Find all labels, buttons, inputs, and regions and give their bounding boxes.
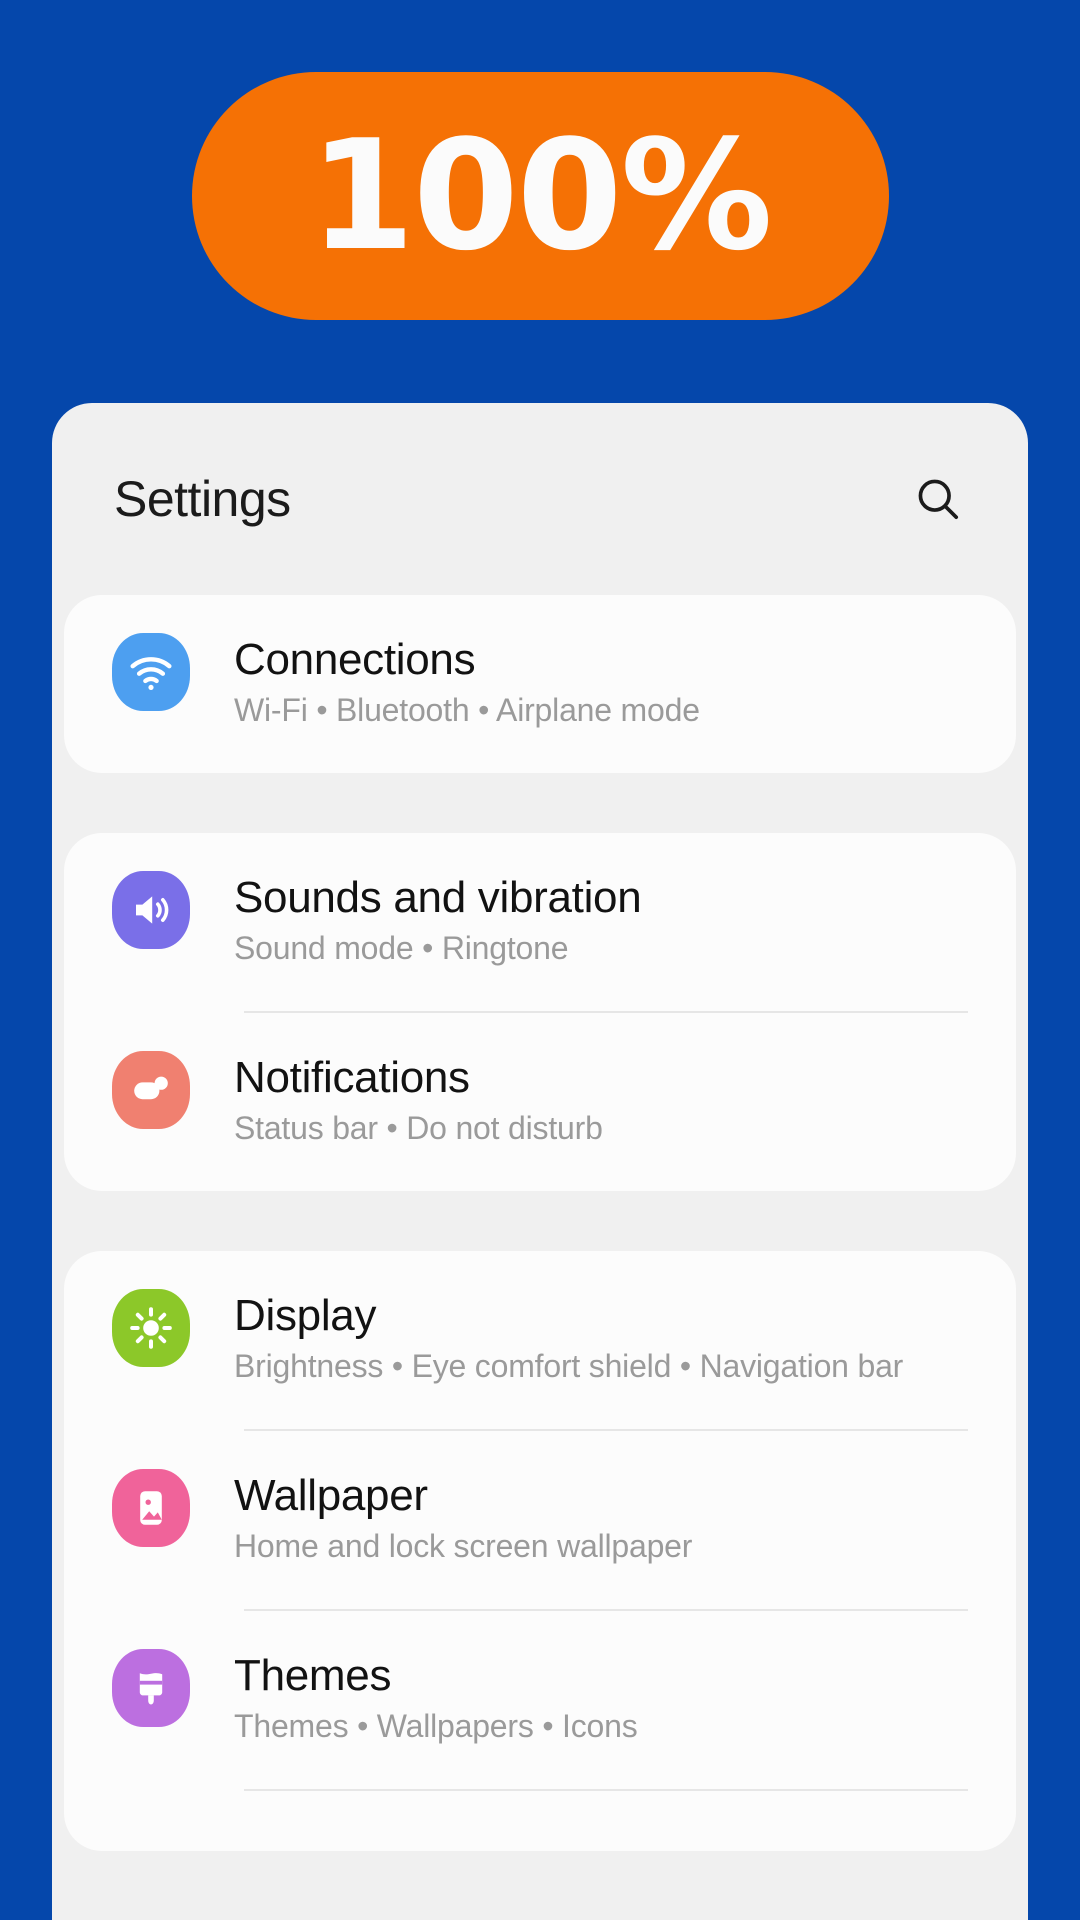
icon-container	[112, 871, 190, 949]
page-title: Settings	[114, 471, 291, 527]
icon-container	[112, 633, 190, 711]
list-item-title: Notifications	[234, 1053, 470, 1102]
battery-percent-value: 100%	[309, 107, 773, 284]
sidebar-item-wallpaper[interactable]: Wallpaper Home and lock screen wallpaper	[64, 1431, 1016, 1609]
settings-header: Settings	[52, 403, 1028, 595]
battery-percent-banner: 100%	[0, 0, 1080, 400]
brightness-sun-icon	[112, 1289, 190, 1367]
sidebar-item-notifications[interactable]: Notifications Status bar • Do not distur…	[64, 1013, 1016, 1191]
list-item-title: Connections	[234, 635, 476, 684]
search-button[interactable]	[906, 467, 970, 531]
sidebar-item-connections[interactable]: Connections Wi-Fi • Bluetooth • Airplane…	[64, 595, 1016, 773]
sidebar-item-sounds-and-vibration[interactable]: Sounds and vibration Sound mode • Ringto…	[64, 833, 1016, 1011]
list-item-title: Display	[234, 1291, 377, 1340]
list-item-subtitle: Home and lock screen wallpaper	[234, 1528, 693, 1565]
list-item-subtitle: Brightness • Eye comfort shield • Naviga…	[234, 1348, 904, 1385]
settings-panel: Settings Connections Wi-Fi • Bluetooth •…	[52, 403, 1028, 1920]
notification-icon	[112, 1051, 190, 1129]
list-item-title: Sounds and vibration	[234, 873, 642, 922]
list-item-subtitle: Themes • Wallpapers • Icons	[234, 1708, 638, 1745]
sidebar-item-display[interactable]: Display Brightness • Eye comfort shield …	[64, 1251, 1016, 1429]
settings-card-sound-notifications: Sounds and vibration Sound mode • Ringto…	[64, 833, 1016, 1191]
wifi-icon	[112, 633, 190, 711]
speaker-icon	[112, 871, 190, 949]
search-icon	[912, 473, 964, 525]
sidebar-item-themes[interactable]: Themes Themes • Wallpapers • Icons	[64, 1611, 1016, 1789]
list-item-subtitle: Wi-Fi • Bluetooth • Airplane mode	[234, 692, 700, 729]
list-item-title: Wallpaper	[234, 1471, 428, 1520]
icon-container	[112, 1051, 190, 1129]
list-item-subtitle: Status bar • Do not disturb	[234, 1110, 603, 1147]
list-item-title: Themes	[234, 1651, 392, 1700]
icon-container	[112, 1469, 190, 1547]
settings-card-connections: Connections Wi-Fi • Bluetooth • Airplane…	[64, 595, 1016, 773]
settings-card-display-personalization: Display Brightness • Eye comfort shield …	[64, 1251, 1016, 1851]
icon-container	[112, 1649, 190, 1727]
paintbrush-icon	[112, 1649, 190, 1727]
image-icon	[112, 1469, 190, 1547]
icon-container	[112, 1289, 190, 1367]
battery-percent-badge: 100%	[191, 72, 889, 320]
list-item-subtitle: Sound mode • Ringtone	[234, 930, 569, 967]
card-bottom-spacer	[64, 1791, 1016, 1851]
